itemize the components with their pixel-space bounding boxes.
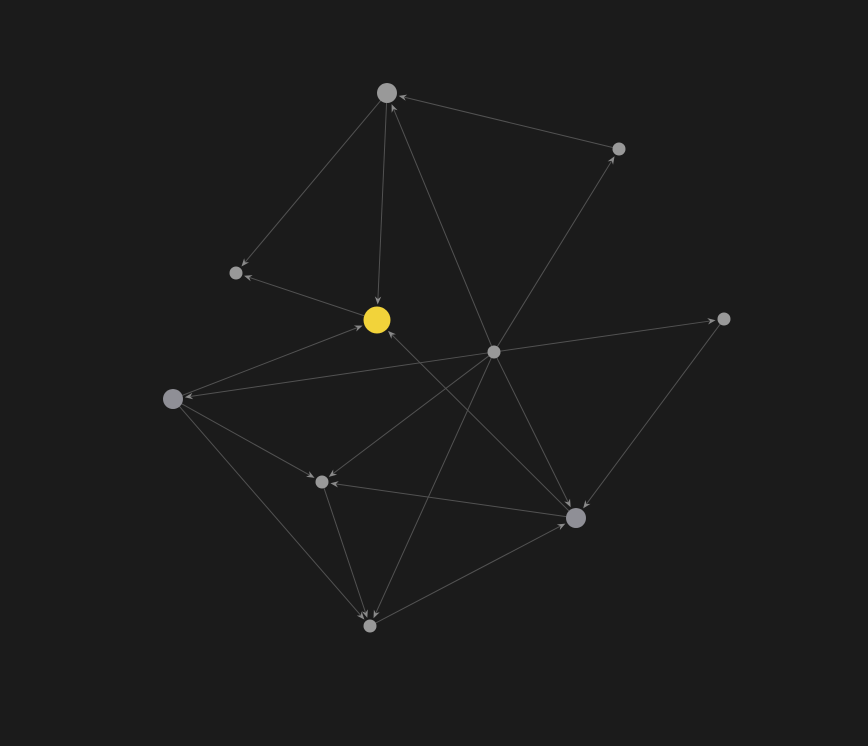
node-n6[interactable] — [163, 389, 183, 409]
node-n2[interactable] — [229, 266, 243, 280]
graph-background — [0, 0, 868, 746]
node-n5[interactable] — [717, 312, 731, 326]
node-n4[interactable] — [487, 345, 501, 359]
node-n9[interactable] — [363, 619, 377, 633]
node-n3-active[interactable] — [363, 306, 391, 334]
node-n7[interactable] — [315, 475, 329, 489]
node-n0[interactable] — [377, 83, 397, 103]
network-graph[interactable] — [0, 0, 868, 746]
node-n1[interactable] — [612, 142, 626, 156]
node-n8[interactable] — [566, 508, 586, 528]
